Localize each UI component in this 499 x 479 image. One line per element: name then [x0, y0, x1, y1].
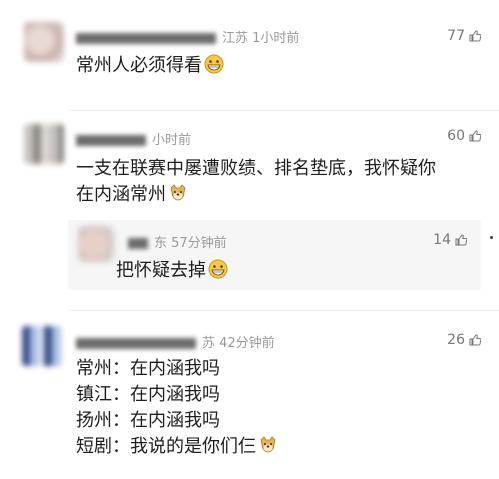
like-count: 26 — [447, 332, 465, 348]
comment-meta: 小时前 — [76, 129, 191, 148]
comment-meta: 江苏 1小时前 — [76, 27, 299, 46]
like-count: 14 — [433, 232, 451, 248]
blurred-username[interactable] — [128, 238, 148, 249]
user-avatar[interactable] — [24, 124, 64, 164]
like-count: 77 — [447, 28, 465, 44]
comment-meta: 苏 42分钟前 — [76, 332, 275, 351]
comment-text-line-1: 一支在联赛中屡遭败绩、排名垫底，我怀疑你 — [76, 158, 436, 179]
comment-line: 镇江：在内涵我吗 — [76, 384, 220, 405]
reply-text: 把怀疑去掉 — [116, 258, 228, 284]
comment-line: 常州：在内涵我吗 — [76, 358, 220, 379]
like-button[interactable]: 14 — [433, 232, 467, 248]
thumb-up-icon — [469, 334, 481, 346]
like-button[interactable]: 77 — [447, 28, 481, 44]
user-avatar[interactable] — [22, 326, 62, 366]
location-time: 东 57分钟前 — [154, 236, 227, 251]
blurred-username[interactable] — [76, 33, 216, 44]
like-count: 60 — [447, 128, 465, 144]
like-button[interactable]: 26 — [447, 332, 481, 348]
blurred-username[interactable] — [76, 135, 146, 146]
location-time: 苏 42分钟前 — [202, 336, 275, 351]
reply-thread: 东 57分钟前 14 把怀疑去掉 — [68, 220, 481, 290]
doge-emoji-icon — [260, 436, 276, 453]
user-avatar[interactable] — [78, 226, 114, 262]
thumb-up-icon — [455, 234, 467, 246]
comment-line: 扬州：在内涵我吗 — [76, 410, 220, 431]
more-dot — [490, 236, 493, 239]
doge-emoji-icon — [170, 184, 186, 201]
like-button[interactable]: 60 — [447, 128, 481, 144]
comment-1: 江苏 1小时前 77 常州人必须得看 — [0, 0, 499, 110]
location-time: 江苏 1小时前 — [222, 31, 300, 46]
grinning-emoji-icon — [204, 54, 224, 74]
location-time: 小时前 — [152, 133, 192, 148]
reply-meta: 东 57分钟前 — [128, 232, 227, 251]
comment-text: 常州人必须得看 — [76, 53, 224, 79]
thumb-up-icon — [469, 30, 481, 42]
comment-4: 苏 42分钟前 26 常州：在内涵我吗 镇江：在内涵我吗 扬州：在内涵我吗 短剧… — [0, 310, 499, 479]
comment-text-line-2: 在内涵常州 — [76, 182, 188, 208]
thumb-up-icon — [469, 130, 481, 142]
grinning-emoji-icon — [208, 259, 228, 279]
user-avatar[interactable] — [24, 22, 64, 62]
comment-line: 短剧：我说的是你们仨 — [76, 434, 278, 460]
blurred-username[interactable] — [76, 338, 196, 349]
